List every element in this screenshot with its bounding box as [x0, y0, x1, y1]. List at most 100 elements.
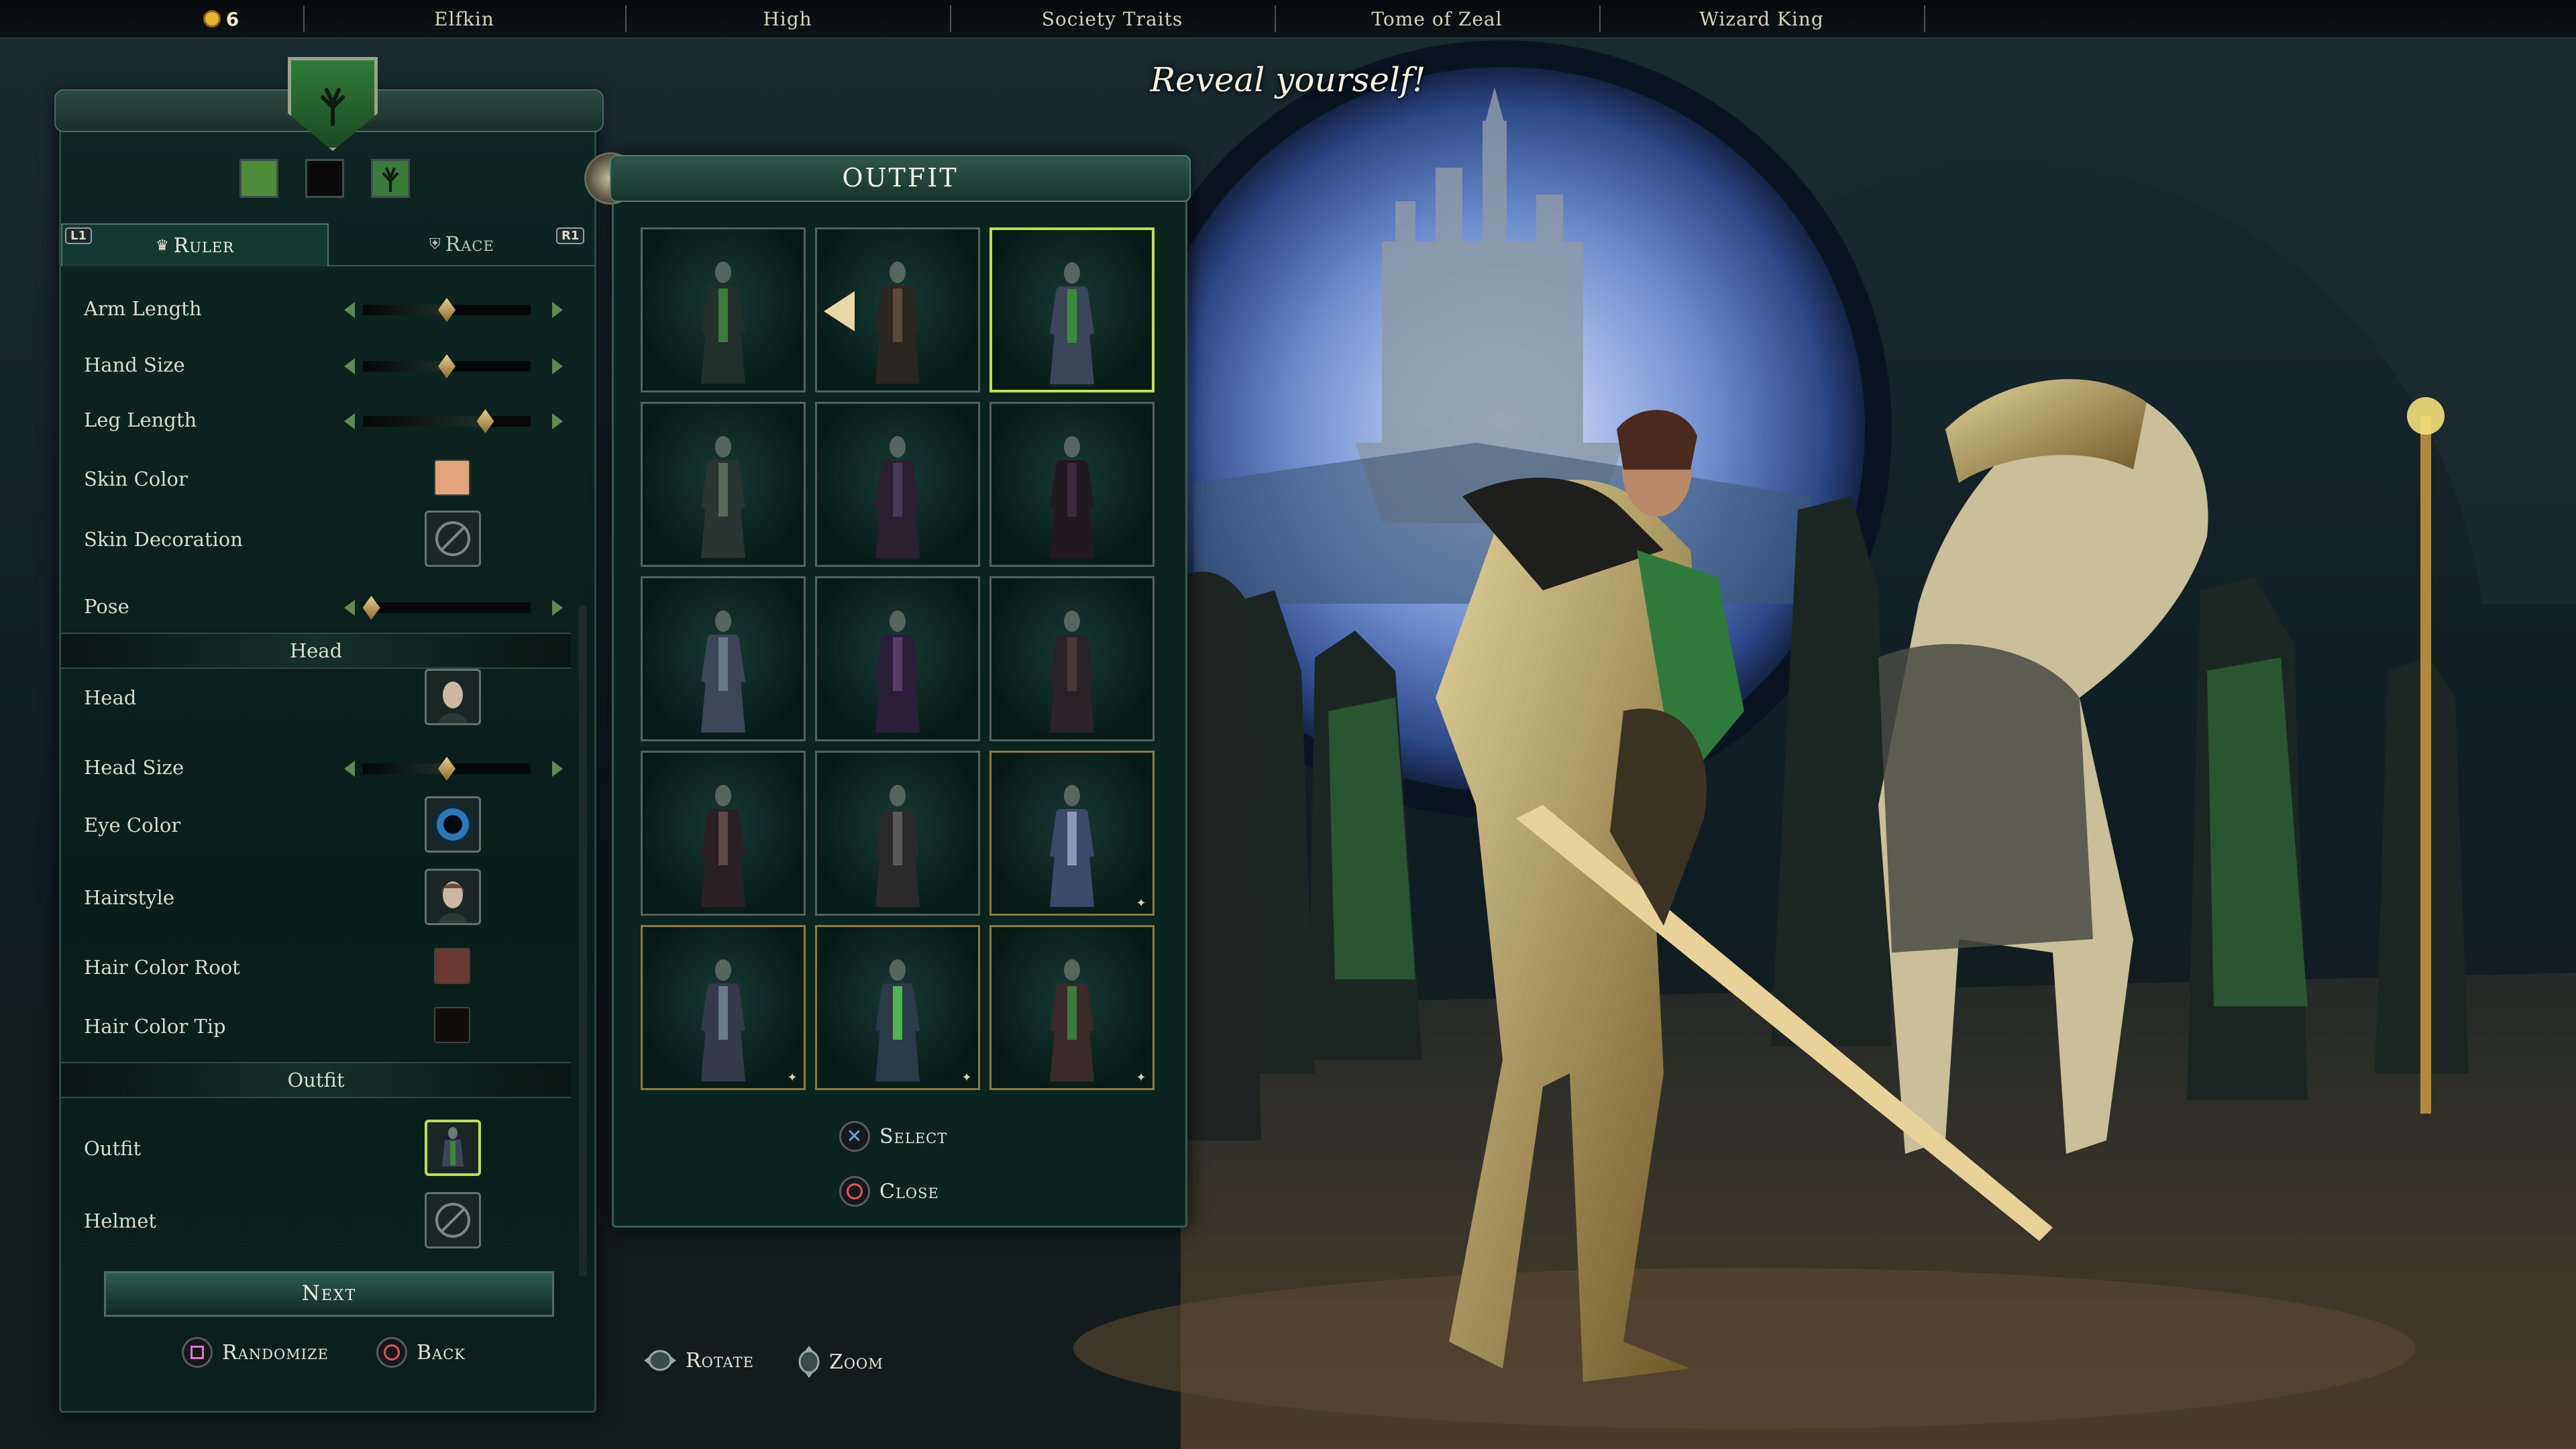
panel-tab-bar: ♛ Ruler ⛨ Race: [61, 223, 594, 266]
top-status-bar: 6 Elfkin High Society Traits Tome of Zea…: [0, 0, 2576, 39]
hairstyle-icon[interactable]: [425, 869, 481, 925]
color-swatch[interactable]: [434, 948, 470, 984]
tab-race[interactable]: ⛨ Race: [329, 223, 594, 265]
increase-arrow-icon[interactable]: [552, 302, 563, 318]
option-label: Head Size: [84, 756, 184, 779]
option-label: Pose: [84, 595, 129, 618]
outfit-option[interactable]: [815, 227, 980, 392]
gold-count: 6: [225, 7, 240, 30]
outfit-option[interactable]: [989, 576, 1155, 741]
outfit-option[interactable]: ✦: [989, 751, 1155, 916]
option-hand-size[interactable]: Hand Size: [61, 344, 571, 384]
slider-knob[interactable]: [362, 596, 380, 620]
circle-button-icon: [839, 1176, 870, 1207]
option-hair-color-tip[interactable]: Hair Color Tip: [61, 1006, 571, 1046]
color-swatch[interactable]: [434, 1007, 470, 1043]
option-label: Arm Length: [84, 297, 202, 320]
value-slider[interactable]: [344, 298, 563, 322]
outfit-option[interactable]: [641, 751, 806, 916]
tab-race-label: Race: [445, 232, 494, 256]
outfit-option[interactable]: [989, 227, 1155, 392]
decrease-arrow-icon[interactable]: [344, 302, 355, 318]
topbar-ruler-type-item[interactable]: Wizard King: [1599, 0, 1924, 38]
secondary-color-swatch[interactable]: [305, 159, 344, 198]
topbar-race-item[interactable]: Elfkin: [303, 0, 625, 38]
topbar-tome-item[interactable]: Tome of Zeal: [1275, 0, 1599, 38]
option-head[interactable]: Head: [61, 669, 571, 725]
randomize-button[interactable]: Randomize: [182, 1337, 329, 1368]
outfit-option[interactable]: [815, 751, 980, 916]
value-slider[interactable]: [344, 409, 563, 433]
faction-crest-tree-icon: [288, 57, 378, 151]
slider-track[interactable]: [363, 409, 531, 433]
option-head-size[interactable]: Head Size: [61, 747, 571, 787]
gold-counter: 6: [121, 0, 322, 38]
eye-icon[interactable]: [425, 796, 481, 853]
option-hairstyle[interactable]: Hairstyle: [61, 869, 571, 925]
scrollbar[interactable]: [579, 606, 587, 1277]
option-label: Hairstyle: [84, 886, 175, 909]
rotate-label: Rotate: [686, 1348, 755, 1373]
slider-knob[interactable]: [438, 757, 455, 781]
race-helmet-icon: ⛨: [429, 235, 441, 253]
back-button[interactable]: Back: [376, 1337, 466, 1368]
topbar-society-traits-item[interactable]: Society Traits: [950, 0, 1275, 38]
option-eye-color[interactable]: Eye Color: [61, 796, 571, 853]
none-icon[interactable]: [425, 1192, 481, 1248]
value-slider[interactable]: [344, 354, 563, 378]
topbar-culture-item[interactable]: High: [625, 0, 950, 38]
option-label: Leg Length: [84, 409, 197, 431]
option-skin-decoration[interactable]: Skin Decoration: [61, 511, 571, 567]
outfit-option[interactable]: [815, 576, 980, 741]
tab-ruler[interactable]: ♛ Ruler: [61, 223, 329, 266]
outfit-option[interactable]: [989, 402, 1155, 567]
next-button[interactable]: Next: [104, 1271, 554, 1317]
increase-arrow-icon[interactable]: [552, 358, 563, 374]
none-icon[interactable]: [425, 511, 481, 567]
head-portrait-icon[interactable]: [425, 669, 481, 725]
option-leg-length[interactable]: Leg Length: [61, 399, 571, 439]
slider-knob[interactable]: [438, 354, 455, 378]
slider-track[interactable]: [362, 596, 531, 620]
option-helmet[interactable]: Helmet: [61, 1192, 571, 1248]
primary-color-swatch[interactable]: [239, 159, 278, 198]
decrease-arrow-icon[interactable]: [344, 600, 355, 616]
slider-knob[interactable]: [438, 298, 455, 322]
increase-arrow-icon[interactable]: [552, 600, 563, 616]
option-skin-color[interactable]: Skin Color: [61, 458, 571, 498]
outfit-option[interactable]: [815, 402, 980, 567]
outfit-option[interactable]: ✦: [641, 925, 806, 1090]
slider-track[interactable]: [363, 298, 531, 322]
decrease-arrow-icon[interactable]: [344, 413, 355, 429]
option-arm-length[interactable]: Arm Length: [61, 288, 571, 328]
decrease-arrow-icon[interactable]: [344, 761, 355, 777]
outfit-icon[interactable]: [425, 1120, 481, 1176]
outfit-option[interactable]: ✦: [815, 925, 980, 1090]
value-slider[interactable]: [344, 757, 563, 781]
outfit-option[interactable]: [641, 576, 806, 741]
option-label: Eye Color: [84, 814, 181, 837]
option-label: Hair Color Tip: [84, 1015, 226, 1038]
outfit-option[interactable]: [641, 227, 806, 392]
option-pose[interactable]: Pose: [61, 586, 571, 626]
slider-track[interactable]: [363, 354, 531, 378]
slider-track[interactable]: [363, 757, 531, 781]
square-button-icon: [182, 1337, 213, 1368]
close-button[interactable]: Close: [839, 1176, 939, 1207]
decrease-arrow-icon[interactable]: [344, 358, 355, 374]
option-outfit[interactable]: Outfit: [61, 1120, 571, 1176]
increase-arrow-icon[interactable]: [552, 761, 563, 777]
left-stick-icon: [644, 1350, 676, 1371]
color-swatch[interactable]: [434, 460, 470, 496]
increase-arrow-icon[interactable]: [552, 413, 563, 429]
emblem-swatch[interactable]: [371, 159, 410, 198]
outfit-option[interactable]: ✦: [989, 925, 1155, 1090]
dlc-badge-icon: ✦: [961, 1071, 972, 1085]
outfit-figure-icon: [1050, 262, 1094, 384]
select-button[interactable]: Select: [839, 1121, 947, 1152]
outfit-figure-icon: [875, 610, 920, 733]
option-hair-color-root[interactable]: Hair Color Root: [61, 947, 571, 987]
outfit-option[interactable]: [641, 402, 806, 567]
value-slider[interactable]: [344, 596, 563, 620]
slider-knob[interactable]: [476, 409, 494, 433]
